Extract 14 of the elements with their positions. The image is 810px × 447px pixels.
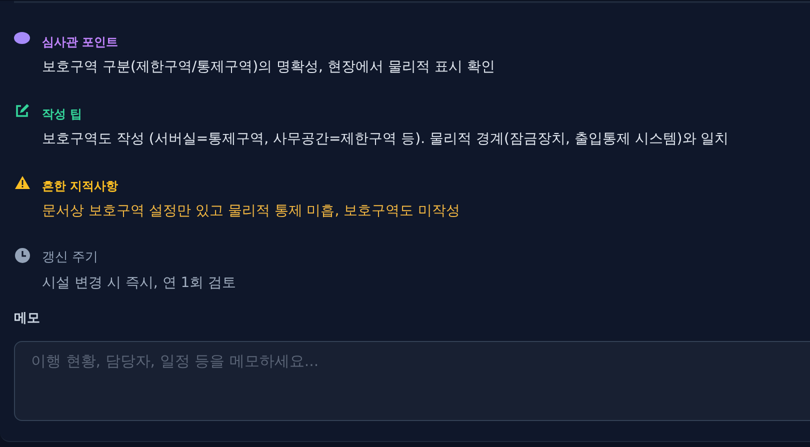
tip-text: 보호구역도 작성 (서버실=통제구역, 사무공간=제한구역 등). 물리적 경계(잠금장치, 출입통제 시스템)와 일치 [42,130,729,149]
edit-icon [15,104,29,118]
tip-text: 보호구역 구분(제한구역/통제구역)의 명확성, 현장에서 물리적 표시 확인 [42,58,495,77]
tip-title: 심사관 포인트 [42,34,120,50]
tip-text: 시설 변경 시 즉시, 연 1회 검토 [42,274,236,293]
ellipse-icon [14,32,30,44]
warning-icon [14,176,30,189]
clock-icon [14,248,30,263]
tip-title: 갱신 주기 [42,250,100,266]
tip-title: 흔한 지적사항 [42,178,120,194]
tip-title: 작성 팁 [42,106,84,122]
memo-field[interactable]: 이행 현황, 담당자, 일정 등을 메모하세요... [14,341,810,421]
tip-text: 문서상 보호구역 설정만 있고 물리적 통제 미흡, 보호구역도 미작성 [42,202,460,221]
memo-label: 메모 [14,310,41,328]
